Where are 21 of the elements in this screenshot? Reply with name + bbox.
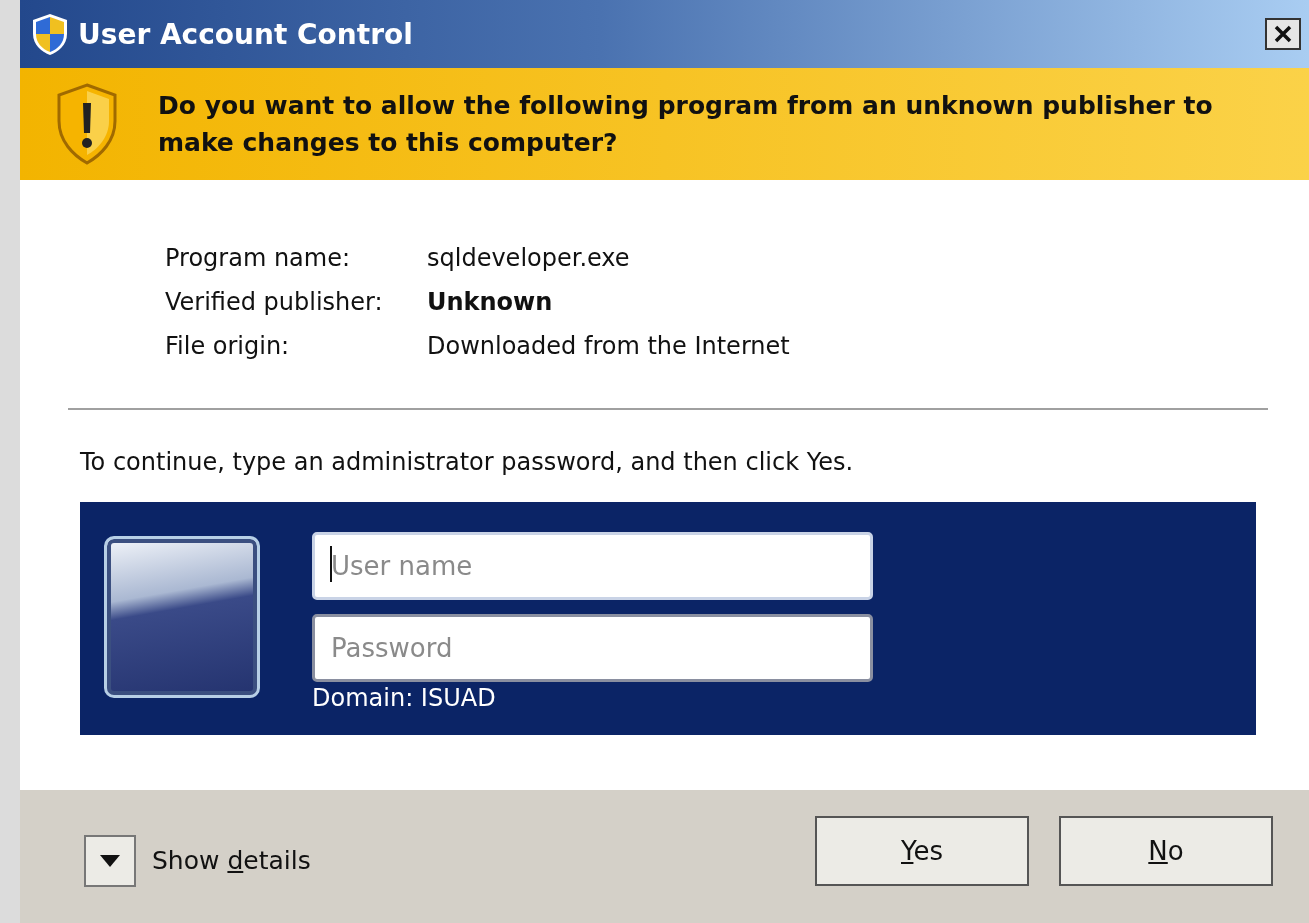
show-details-link[interactable]: Show details xyxy=(152,846,785,875)
close-icon xyxy=(1273,24,1293,44)
domain-label: Domain: ISUAD xyxy=(312,684,497,712)
close-button[interactable] xyxy=(1265,18,1301,50)
no-button[interactable]: No xyxy=(1059,815,1273,886)
detail-label: Program name: xyxy=(165,243,352,274)
yes-button[interactable]: Yes xyxy=(815,815,1029,886)
prompt-question: Do you want to allow the following program from an unknown publisher to make changes to this computer? xyxy=(158,90,1214,159)
password-field[interactable]: Password xyxy=(312,614,873,682)
caret-icon xyxy=(100,854,120,867)
warning-shield-icon xyxy=(56,83,118,165)
instruction-text: To continue, type an administrator password, and then click Yes. xyxy=(80,448,855,476)
window-title: User Account Control xyxy=(78,17,414,51)
detail-label: Verified publisher: xyxy=(165,287,384,318)
detail-value: Downloaded from the Internet xyxy=(427,331,791,362)
detail-value: Unknown xyxy=(427,287,554,318)
details-toggle-button[interactable] xyxy=(84,834,136,887)
shield-icon xyxy=(30,12,70,56)
detail-value: sqldeveloper.exe xyxy=(427,243,631,274)
username-field[interactable]: User name xyxy=(312,532,873,600)
detail-label: File origin: xyxy=(165,331,291,362)
